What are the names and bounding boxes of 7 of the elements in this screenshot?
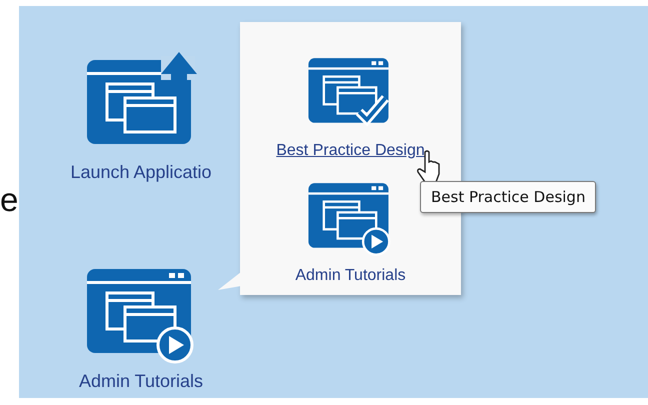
tooltip: Best Practice Design bbox=[420, 181, 596, 213]
edge-text: e bbox=[0, 183, 18, 216]
popup-link[interactable]: Best Practice Design bbox=[276, 142, 425, 161]
desktop-item-label[interactable]: Launch Applicatio bbox=[70, 162, 212, 183]
popup-pointer bbox=[218, 272, 241, 292]
desktop-item-label[interactable]: Admin Tutorials bbox=[78, 371, 204, 392]
popup-link[interactable]: Admin Tutorials bbox=[295, 267, 406, 286]
